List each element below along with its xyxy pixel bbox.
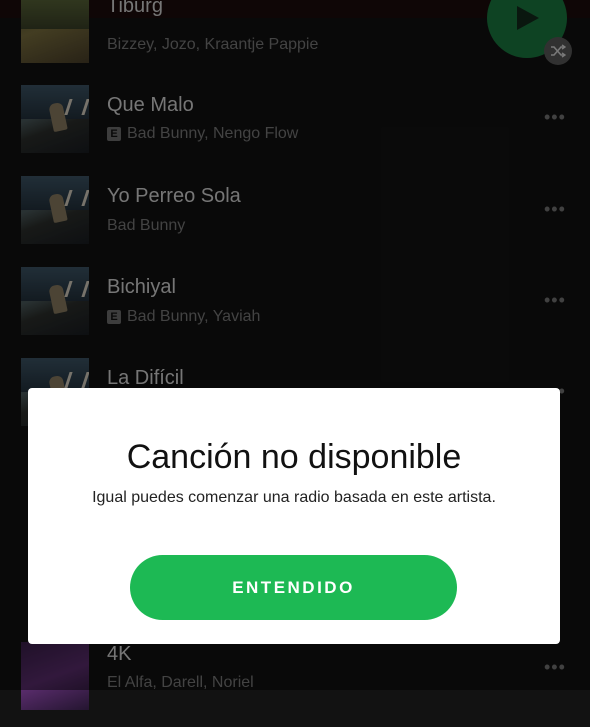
entendido-button[interactable]: ENTENDIDO [130, 555, 457, 620]
dialog-title: Canción no disponible [126, 438, 462, 476]
unavailable-dialog: Canción no disponible Igual puedes comen… [28, 388, 560, 644]
dialog-message: Igual puedes comenzar una radio basada e… [92, 489, 496, 506]
